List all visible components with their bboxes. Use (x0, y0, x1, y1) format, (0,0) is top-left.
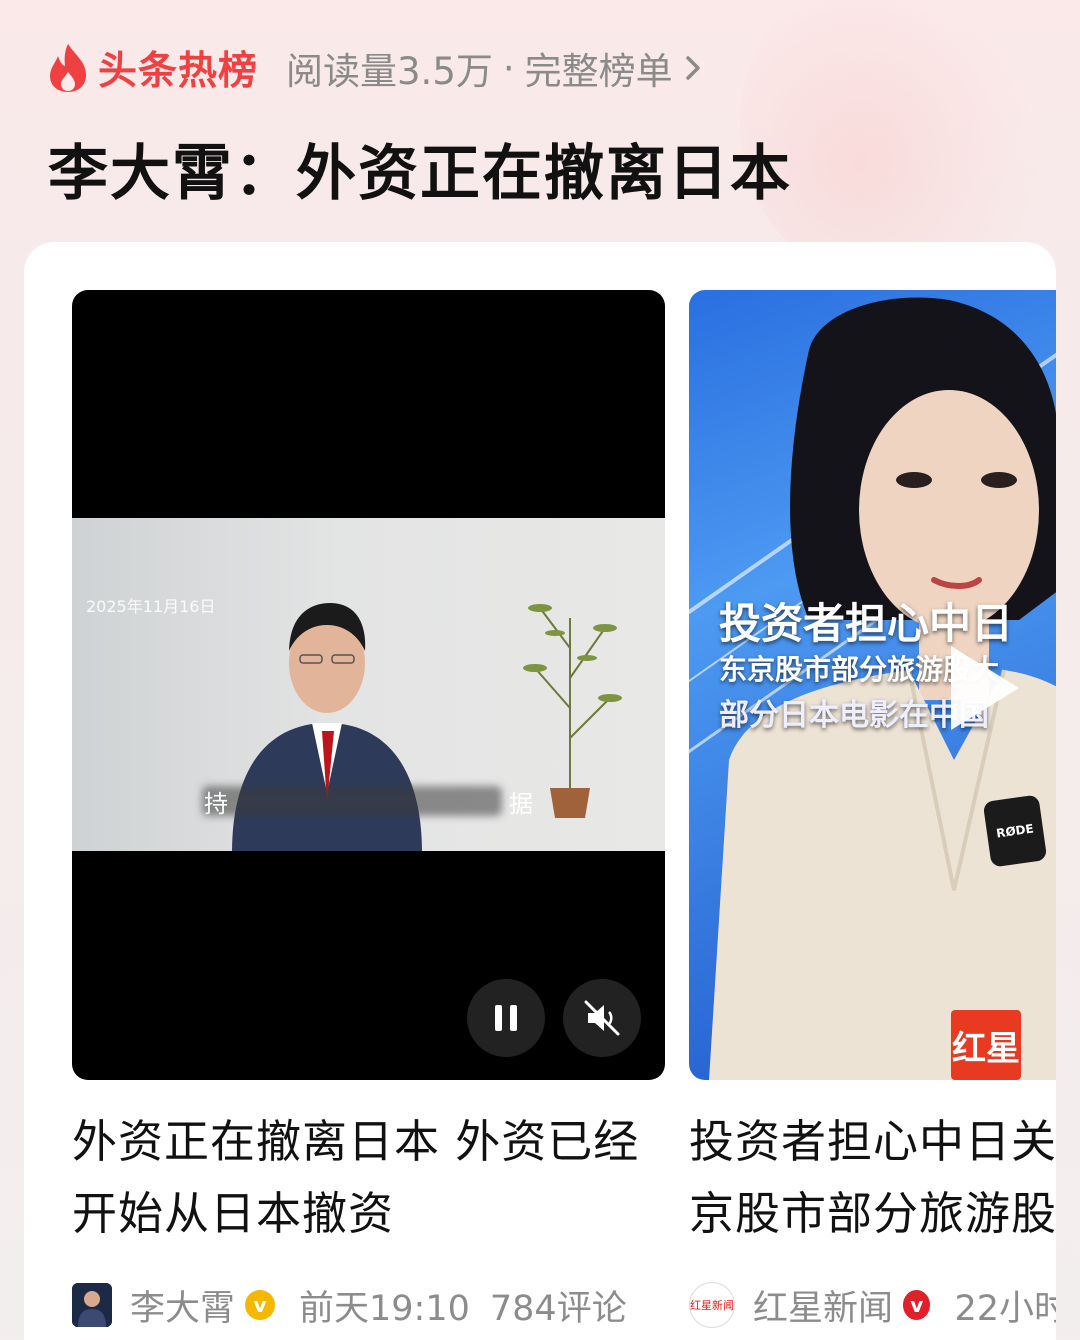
author-name[interactable]: 红星新闻 (753, 1280, 893, 1331)
caption-line: 外资正在撤离日本 外资已经 (72, 1115, 640, 1168)
content-card: 2025年11月16日 持 据 外资正在撤离日本 外资已经 开始从日本撤资 李大… (24, 242, 1056, 1340)
video-caption[interactable]: 外资正在撤离日本 外资已经 开始从日本撤资 (72, 1106, 665, 1250)
video-thumbnail[interactable]: 投资者担心中日 东京股市部分旅游股大 部分日本电影在中国 RØDE 红星 (689, 290, 1056, 1080)
pause-icon (495, 1005, 517, 1031)
avatar[interactable]: 红星新闻 (689, 1282, 735, 1328)
topic-title[interactable]: 李大霄：外资正在撤离日本 (48, 125, 792, 212)
subtitle-end: 据 (509, 790, 533, 818)
publish-time: 前天19:10 (299, 1288, 470, 1329)
caption-line: 京股市部分旅游股 (689, 1187, 1056, 1240)
publish-time: 22小时 (954, 1288, 1056, 1329)
play-icon[interactable] (951, 646, 1019, 730)
read-count: 阅读量3.5万 (286, 50, 493, 93)
comment-count[interactable]: 784评论 (490, 1280, 627, 1331)
verified-badge-icon: v (903, 1290, 931, 1320)
video-headline: 投资者担心中日 (719, 599, 1014, 648)
video-item[interactable]: 投资者担心中日 东京股市部分旅游股大 部分日本电影在中国 RØDE 红星 投资者… (689, 290, 1056, 1330)
hot-list-brand[interactable]: 头条热榜 (98, 40, 258, 96)
video-caption[interactable]: 投资者担心中日关 京股市部分旅游股 (689, 1106, 1056, 1250)
video-subline: 部分日本电影在中国 (719, 698, 989, 733)
item-footer: 李大霄 v 前天19:10 784评论 (72, 1280, 665, 1330)
separator: · (502, 46, 515, 90)
caption-line: 投资者担心中日关 (689, 1115, 1056, 1168)
flame-icon (50, 44, 86, 92)
video-player[interactable]: 2025年11月16日 持 据 (72, 290, 665, 1080)
subtitle-start: 持 (204, 790, 228, 818)
microphone: RØDE (982, 794, 1048, 868)
video-date-overlay: 2025年11月16日 (86, 597, 216, 616)
pause-button[interactable] (467, 979, 545, 1057)
video-frame: 2025年11月16日 持 据 (72, 518, 665, 851)
hot-list-header: 头条热榜 阅读量3.5万 · 完整榜单 (46, 38, 705, 98)
blurred-subtitle (202, 786, 502, 816)
video-item[interactable]: 2025年11月16日 持 据 外资正在撤离日本 外资已经 开始从日本撤资 李大… (72, 290, 665, 1330)
caption-line: 开始从日本撤资 (72, 1187, 395, 1240)
mute-icon (584, 1000, 620, 1036)
avatar[interactable] (72, 1283, 112, 1327)
item-footer: 红星新闻 红星新闻 v 22小时 (689, 1280, 1056, 1330)
chevron-right-icon[interactable] (683, 51, 705, 85)
full-list-link[interactable]: 完整榜单 (525, 41, 673, 95)
author-name[interactable]: 李大霄 (130, 1280, 235, 1331)
channel-watermark: 红星 (951, 1010, 1021, 1080)
verified-badge-icon: v (245, 1290, 276, 1320)
mute-button[interactable] (563, 979, 641, 1057)
